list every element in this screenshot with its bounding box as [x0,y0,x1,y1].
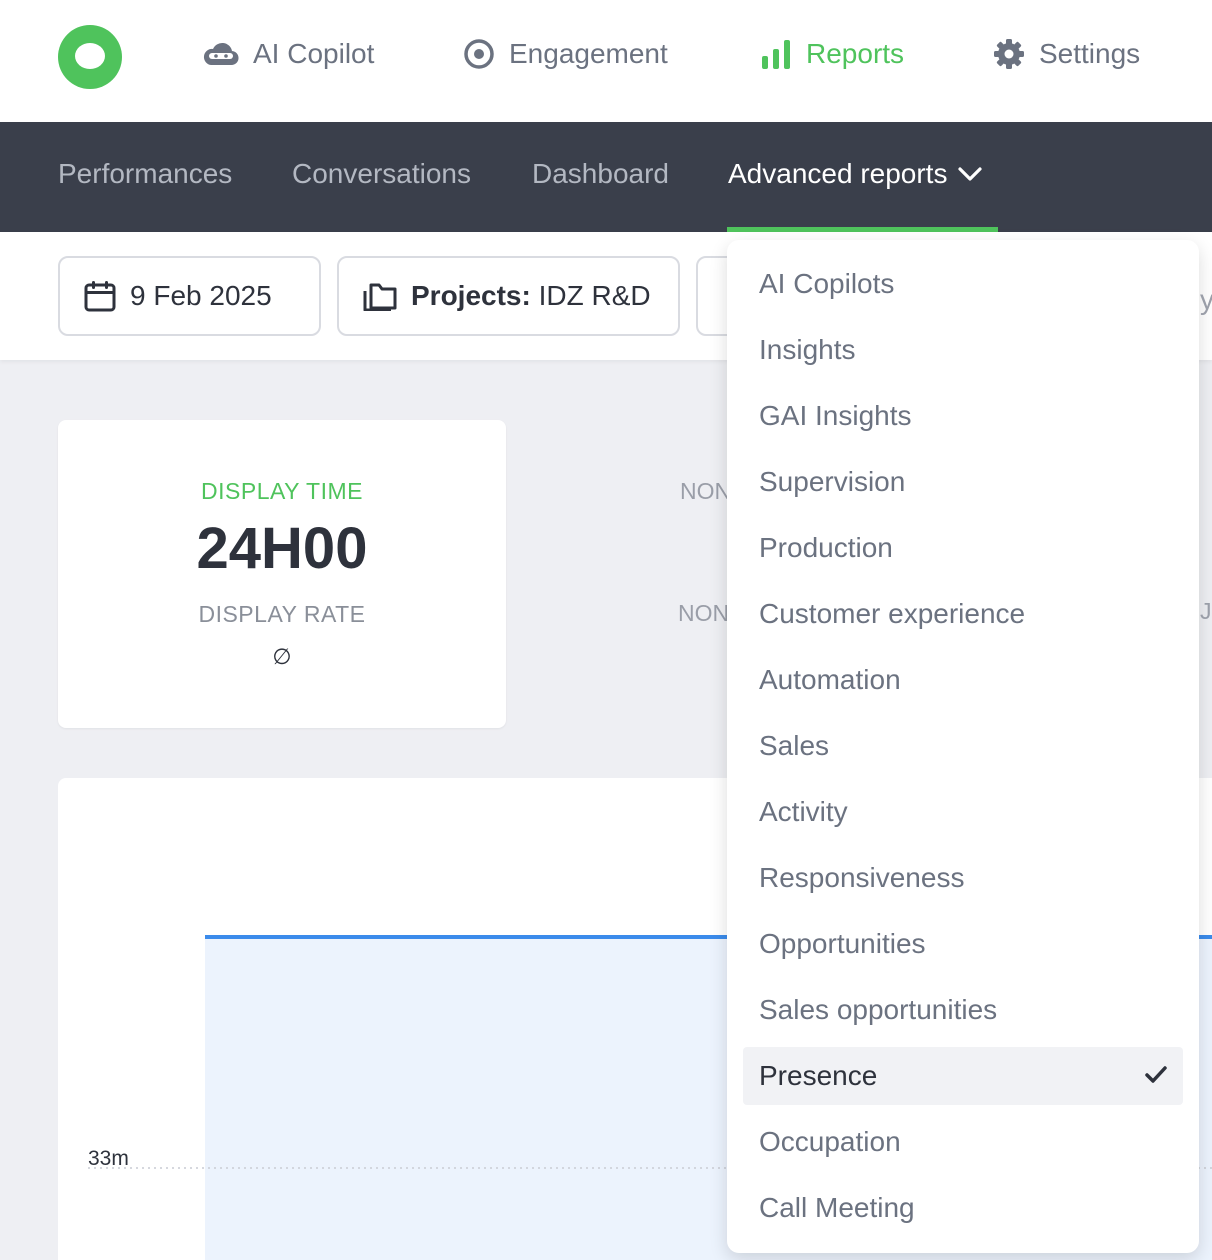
dropdown-item-automation[interactable]: Automation [743,651,1183,709]
dropdown-item-responsiveness[interactable]: Responsiveness [743,849,1183,907]
projects-value: IDZ R&D [538,280,651,311]
dropdown-item-label: Customer experience [759,598,1026,629]
dropdown-item-label: Responsiveness [759,862,965,893]
y-tick-label: 33m [88,1147,129,1170]
hidden-text-fragment: y [1200,284,1212,315]
dropdown-item-label: Automation [759,664,901,695]
projects-filter[interactable]: Projects: IDZ R&D [337,256,680,336]
chat-bubble-icon [75,43,105,69]
nav-label: Reports [806,38,905,69]
dropdown-item-activity[interactable]: Activity [743,783,1183,841]
app-logo[interactable] [58,25,122,89]
dropdown-item-customer-experience[interactable]: Customer experience [743,585,1183,643]
calendar-icon [84,281,116,312]
dropdown-item-occupation[interactable]: Occupation [743,1113,1183,1171]
hidden-text-fragment: J [1200,598,1212,624]
projects-label: Projects: [411,280,531,311]
tab-performances[interactable]: Performances [58,158,232,190]
dropdown-item-label: Sales opportunities [759,994,998,1025]
dropdown-item-label: Insights [759,334,856,365]
partial-stat-label: NON [680,478,730,504]
dropdown-item-sales[interactable]: Sales [743,717,1183,775]
projects-text: Projects: IDZ R&D [411,280,651,312]
dropdown-item-label: Presence [759,1060,878,1091]
chevron-down-icon [958,167,983,181]
date-filter[interactable]: 9 Feb 2025 [58,256,321,336]
tab-label: Conversations [292,158,471,189]
dropdown-item-label: Supervision [759,466,906,497]
date-value: 9 Feb 2025 [130,280,272,311]
nav-label: Engagement [509,38,668,69]
nav-engagement[interactable]: Engagement [463,36,668,72]
tab-label: Dashboard [532,158,669,189]
partial-stat-label: NON [678,600,728,626]
checkmark-icon [1145,1066,1167,1083]
dropdown-item-label: GAI Insights [759,400,912,431]
dropdown-item-label: Opportunities [759,928,926,959]
nav-label: AI Copilot [253,38,375,69]
dropdown-item-sales-opportunities[interactable]: Sales opportunities [743,981,1183,1039]
dropdown-item-opportunities[interactable]: Opportunities [743,915,1183,973]
folders-icon [363,283,397,311]
advanced-reports-dropdown: AI Copilots Insights GAI Insights Supervisi… [727,240,1199,1253]
reports-sub-navigation: Performances Conversations Dashboard Adv… [0,122,1212,232]
cloud-icon [203,42,239,66]
dropdown-item-label: Sales [759,730,830,761]
bar-chart-icon [762,40,790,69]
tab-label: Performances [58,158,233,189]
display-time-card: DISPLAY TIME 24H00 DISPLAY RATE ∅ [58,420,506,728]
nav-ai-copilot[interactable]: AI Copilot [203,36,374,72]
nav-reports[interactable]: Reports [760,36,904,72]
dropdown-item-gai-insights[interactable]: GAI Insights [743,387,1183,445]
dropdown-item-call-meeting[interactable]: Call Meeting [743,1179,1183,1237]
tab-conversations[interactable]: Conversations [292,158,471,190]
tab-dashboard[interactable]: Dashboard [532,158,669,190]
dropdown-item-insights[interactable]: Insights [743,321,1183,379]
dropdown-item-presence[interactable]: Presence [743,1047,1183,1105]
dropdown-item-label: Call Meeting [759,1192,915,1223]
nav-label: Settings [1039,38,1141,69]
display-rate-value: ∅ [272,644,292,669]
dropdown-item-label: AI Copilots [759,268,895,299]
tab-advanced-reports[interactable]: Advanced reports [728,158,983,190]
target-icon [464,39,494,69]
dropdown-item-supervision[interactable]: Supervision [743,453,1183,511]
dropdown-item-label: Activity [759,796,848,827]
display-rate-label: DISPLAY RATE [198,601,366,627]
dropdown-item-production[interactable]: Production [743,519,1183,577]
dropdown-item-label: Occupation [759,1126,901,1157]
display-time-label: DISPLAY TIME [201,478,363,504]
gear-icon [994,39,1024,69]
top-navigation: AI Copilot Engagement Reports Settings [0,0,1212,122]
nav-settings[interactable]: Settings [993,36,1140,72]
tab-label: Advanced reports [728,158,948,189]
dropdown-item-label: Production [759,532,893,563]
dropdown-item-ai-copilots[interactable]: AI Copilots [743,255,1183,313]
display-time-value: 24H00 [196,516,368,581]
